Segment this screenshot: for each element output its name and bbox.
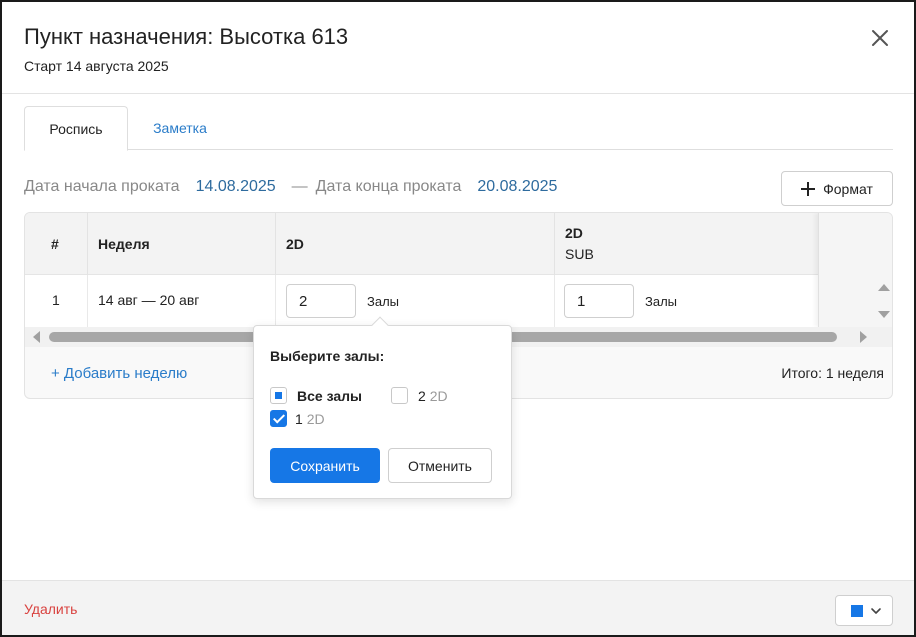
2d-sub-halls-link[interactable]: Залы [645,294,677,309]
modal-footer: Удалить [2,580,914,635]
add-week-link[interactable]: + Добавить неделю [51,365,187,382]
tab-note[interactable]: Заметка [128,106,232,150]
destination-modal: Пункт назначения: Высотка 613 Старт 14 а… [0,0,916,637]
2d-count-input[interactable] [286,284,356,318]
column-header-2d: 2D [276,213,555,275]
hall-2-checkbox[interactable]: 2 2D [391,387,448,404]
row-2d-sub-cell: Залы [555,275,818,327]
all-halls-label: Все залы [297,387,362,404]
chevron-down-icon [871,608,881,614]
column-header-week: Неделя [88,213,276,275]
delete-link[interactable]: Удалить [24,601,77,617]
column-header-2d-sub: 2D SUB [565,225,594,262]
hall-2-label: 2 2D [418,387,448,404]
row-week-cell: 14 авг — 20 авг [88,275,276,327]
table-row: 1 14 авг — 20 авг Залы Залы [25,275,818,327]
start-date-subtitle: Старт 14 августа 2025 [24,58,169,74]
2d-sub-count-input[interactable] [564,284,634,318]
cancel-button[interactable]: Отменить [388,448,492,483]
color-swatch [851,605,863,617]
end-date-label: Дата конца проката [315,178,462,195]
plus-icon [801,181,816,196]
scroll-up-icon[interactable] [878,282,890,292]
total-weeks: Итого: 1 неделя [781,365,884,381]
add-format-button[interactable]: Формат [781,171,893,206]
page-title: Пункт назначения: Высотка 613 [24,24,349,49]
checkbox-checked-icon[interactable] [270,410,287,427]
format-button-label: Формат [823,180,873,197]
all-halls-checkbox[interactable]: Все залы [270,387,362,404]
end-date-value: 20.08.2025 [477,178,558,195]
save-button[interactable]: Сохранить [270,448,380,483]
scroll-right-icon[interactable] [859,331,869,343]
hall-1-label: 1 2D [295,410,325,427]
close-button[interactable] [866,24,894,52]
tab-schedule[interactable]: Роспись [24,106,128,151]
popover-title: Выберите залы: [270,348,385,364]
scroll-left-icon[interactable] [31,331,41,343]
checkbox-indeterminate-icon[interactable] [270,387,287,404]
2d-halls-link[interactable]: Залы [367,294,399,309]
row-index-cell: 1 [25,275,88,327]
start-date-label: Дата начала проката [24,178,180,195]
scroll-down-icon[interactable] [878,310,890,320]
close-icon [872,30,888,46]
select-halls-popover: Выберите залы: Все залы 2 2D 1 2D Сохран… [253,316,512,499]
checkbox-unchecked-icon[interactable] [391,387,408,404]
modal-header: Пункт назначения: Высотка 613 Старт 14 а… [2,2,914,94]
start-date-value: 14.08.2025 [195,178,276,195]
table-header: # Неделя 2D 2D SUB [25,213,818,275]
hall-1-checkbox[interactable]: 1 2D [270,410,325,427]
color-select[interactable] [835,595,893,626]
tab-bar: Роспись Заметка [24,106,893,151]
rental-dates: Дата начала проката 14.08.2025 — Дата конца… [24,178,557,196]
date-separator: — [291,178,308,195]
row-2d-cell: Залы [276,275,555,327]
column-header-index: # [25,213,88,275]
